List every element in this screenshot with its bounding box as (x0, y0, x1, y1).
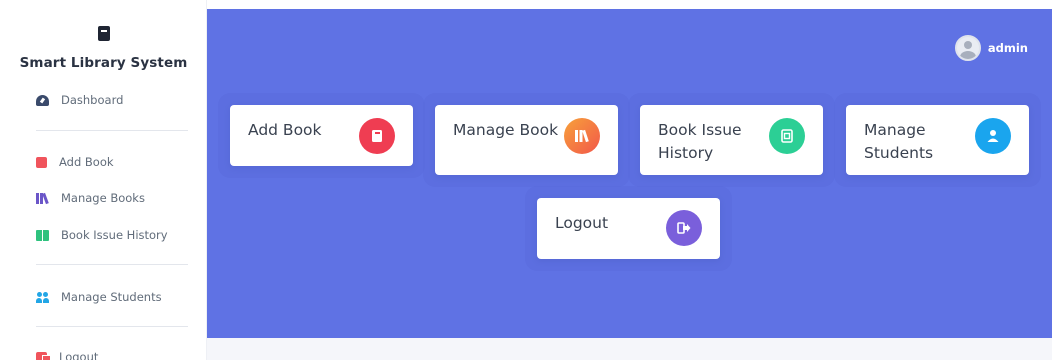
books-icon (36, 192, 49, 204)
sidebar-item-label: Manage Books (61, 191, 145, 205)
sidebar-item-label: Add Book (59, 155, 114, 169)
sidebar-item-dashboard[interactable]: Dashboard (36, 91, 123, 109)
card-title: Manage Book (453, 121, 559, 139)
user-menu[interactable]: admin (954, 35, 1028, 61)
users-icon (36, 291, 49, 303)
open-book-icon (36, 229, 49, 241)
card-title: Manage Students (864, 121, 934, 162)
card-title: Add Book (248, 121, 322, 139)
books-icon (564, 118, 600, 154)
sidebar-item-book-issue-history[interactable]: Book Issue History (36, 226, 168, 244)
card-title: Book Issue History (658, 121, 742, 162)
sidebar-item-manage-books[interactable]: Manage Books (36, 189, 145, 207)
sidebar-item-logout[interactable]: Logout (36, 348, 98, 360)
card-logout[interactable]: Logout (537, 198, 720, 259)
user-icon (975, 118, 1011, 154)
sidebar-item-label: Logout (59, 350, 99, 360)
logout-icon (666, 210, 702, 246)
card-title: Logout (555, 214, 609, 232)
card-manage-book[interactable]: Manage Book (435, 105, 618, 175)
logout-icon (36, 351, 51, 360)
sidebar: Smart Library System Dashboard Add Book … (0, 0, 207, 360)
sidebar-item-label: Manage Students (61, 290, 162, 304)
notebook-icon (769, 118, 805, 154)
sidebar-divider (36, 130, 188, 131)
content-area (207, 338, 1052, 360)
book-icon (36, 156, 47, 168)
sidebar-divider (36, 326, 188, 327)
sidebar-item-manage-students[interactable]: Manage Students (36, 288, 162, 306)
card-add-book[interactable]: Add Book (230, 105, 413, 166)
sidebar-divider (36, 264, 188, 265)
sidebar-item-add-book[interactable]: Add Book (36, 153, 114, 171)
brand-title: Smart Library System (19, 55, 188, 71)
card-book-issue-history[interactable]: Book Issue History (640, 105, 823, 175)
dashboard-icon (36, 94, 49, 106)
user-name: admin (987, 41, 1028, 55)
avatar-icon (954, 35, 981, 61)
card-manage-students[interactable]: Manage Students (846, 105, 1029, 175)
book-icon (359, 118, 395, 154)
sidebar-item-label: Dashboard (61, 93, 124, 107)
sidebar-item-label: Book Issue History (61, 228, 168, 242)
brand[interactable]: Smart Library System (0, 26, 207, 71)
book-icon (97, 26, 110, 41)
